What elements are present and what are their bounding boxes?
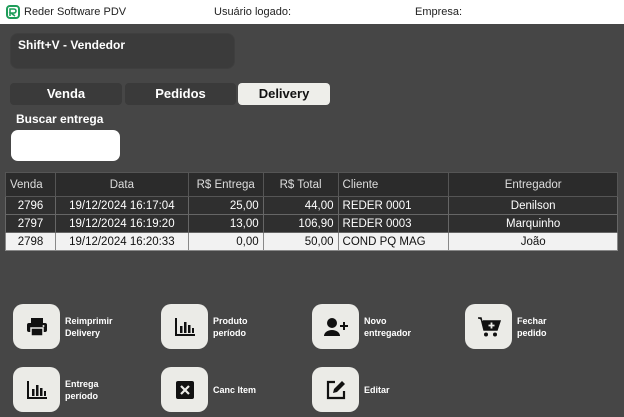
title-bar: Reder Software PDV Usuário logado: Empre… [0, 0, 624, 24]
reprint-delivery-action: Reimprimir Delivery [13, 304, 125, 349]
cell-data: 19/12/2024 16:19:20 [54, 214, 189, 233]
cell-venda: 2797 [5, 214, 56, 233]
cell-total: 106,90 [262, 214, 339, 233]
edit-icon [326, 380, 345, 399]
new-courier-action: Novo entregador [312, 304, 424, 349]
vendor-panel[interactable]: Shift+V - Vendedor [10, 33, 235, 69]
tab-venda[interactable]: Venda [10, 83, 122, 105]
new-courier-button[interactable] [312, 304, 359, 349]
column-header-venda[interactable]: Venda [5, 172, 56, 197]
cell-entrega: 13,00 [187, 214, 264, 233]
delivery-period-action: Entrega período [13, 367, 125, 412]
cell-cliente: COND PQ MAG [337, 232, 450, 251]
product-period-button[interactable] [161, 304, 208, 349]
cell-entrega: 25,00 [187, 196, 264, 215]
cell-entregador: João [448, 232, 618, 251]
search-label: Buscar entrega [16, 112, 104, 126]
column-header-data[interactable]: Data [54, 172, 189, 197]
close-box-icon [175, 380, 194, 399]
column-header-entregador[interactable]: Entregador [448, 172, 618, 197]
company-label: Empresa: [415, 6, 463, 18]
reder-logo-icon [6, 5, 20, 19]
cell-cliente: REDER 0001 [337, 196, 450, 215]
cart-plus-icon [477, 316, 501, 336]
product-period-action: Produto período [161, 304, 273, 349]
table-row[interactable]: 2797 19/12/2024 16:19:20 13,00 106,90 RE… [5, 214, 618, 233]
app-title: Reder Software PDV [24, 6, 127, 18]
edit-label: Editar [364, 384, 390, 395]
cell-entrega: 0,00 [187, 232, 264, 251]
tab-delivery[interactable]: Delivery [238, 83, 330, 105]
delivery-period-button[interactable] [13, 367, 60, 412]
cancel-item-label: Canc Item [213, 384, 257, 395]
reprint-delivery-label: Reimprimir Delivery [65, 315, 113, 338]
edit-button[interactable] [312, 367, 359, 412]
table-header-row: Venda Data R$ Entrega R$ Total Cliente E… [5, 172, 618, 197]
close-order-action: Fechar pedido [465, 304, 577, 349]
vendor-label: Shift+V - Vendedor [18, 38, 126, 52]
cancel-item-action: Canc Item [161, 367, 273, 412]
add-user-icon [323, 317, 348, 336]
cell-entregador: Denilson [448, 196, 618, 215]
close-order-button[interactable] [465, 304, 512, 349]
cancel-item-button[interactable] [161, 367, 208, 412]
cell-total: 50,00 [262, 232, 339, 251]
tab-pedidos[interactable]: Pedidos [125, 83, 236, 105]
new-courier-label: Novo entregador [364, 315, 412, 338]
cell-entregador: Marquinho [448, 214, 618, 233]
delivery-period-label: Entrega período [65, 378, 99, 401]
column-header-entrega[interactable]: R$ Entrega [187, 172, 264, 197]
bar-chart-icon [174, 317, 195, 336]
table-row[interactable]: 2796 19/12/2024 16:17:04 25,00 44,00 RED… [5, 196, 618, 215]
column-header-cliente[interactable]: Cliente [337, 172, 450, 197]
cell-total: 44,00 [262, 196, 339, 215]
table-row-selected[interactable]: 2798 19/12/2024 16:20:33 0,00 50,00 COND… [5, 232, 618, 251]
product-period-label: Produto período [213, 315, 248, 338]
bar-chart-icon [26, 380, 47, 399]
column-header-total[interactable]: R$ Total [262, 172, 339, 197]
delivery-table: Venda Data R$ Entrega R$ Total Cliente E… [5, 172, 618, 251]
reprint-delivery-button[interactable] [13, 304, 60, 349]
cell-data: 19/12/2024 16:17:04 [54, 196, 189, 215]
close-order-label: Fechar pedido [517, 315, 547, 338]
cell-venda: 2798 [5, 232, 56, 251]
printer-icon [26, 317, 47, 337]
cell-venda: 2796 [5, 196, 56, 215]
user-label: Usuário logado: [214, 6, 292, 18]
cell-data: 19/12/2024 16:20:33 [54, 232, 189, 251]
cell-cliente: REDER 0003 [337, 214, 450, 233]
search-input[interactable] [11, 130, 120, 161]
edit-action: Editar [312, 367, 424, 412]
